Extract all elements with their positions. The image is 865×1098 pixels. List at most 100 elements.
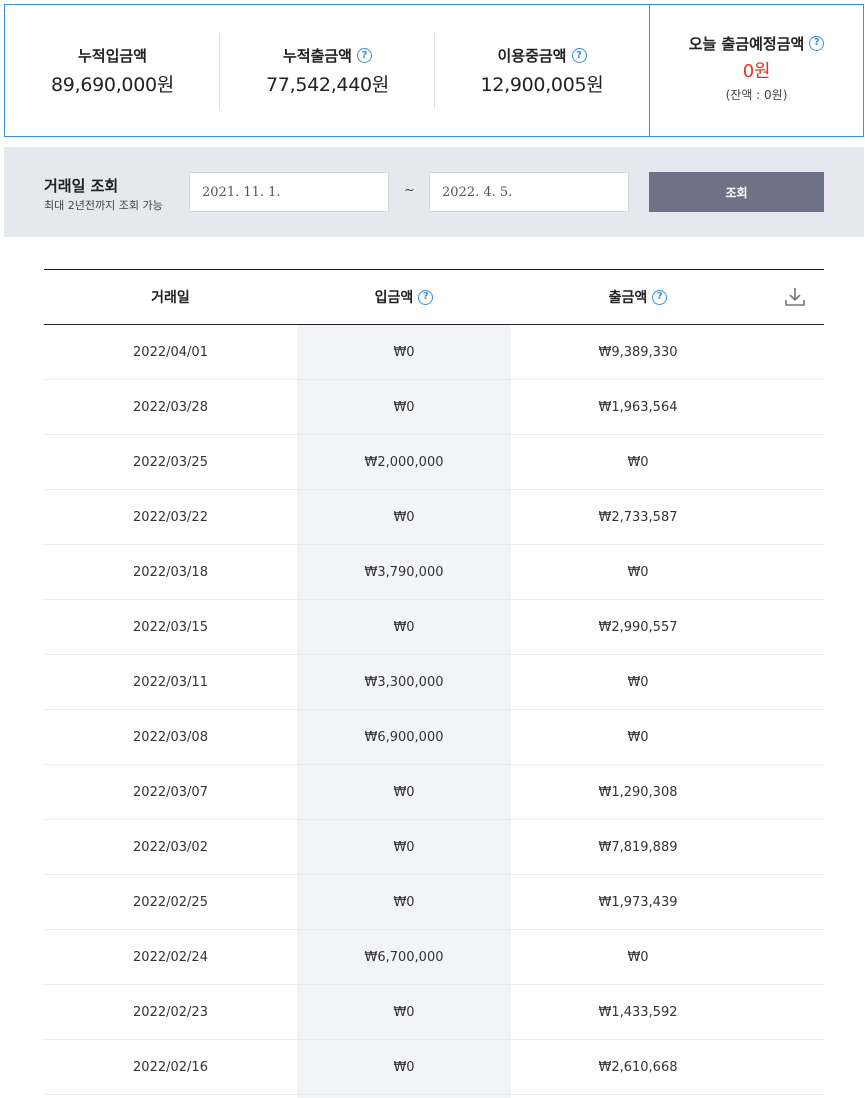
cell-spacer — [765, 435, 824, 489]
help-icon[interactable]: ? — [418, 289, 434, 305]
cell-date: 2022/03/22 — [133, 509, 208, 525]
cell-spacer — [765, 325, 824, 379]
cell-deposit: ₩6,900,000 — [364, 729, 444, 745]
cumulative-withdrawal-card: 누적출금액 ? 77,542,440원 — [220, 5, 435, 136]
cell-withdrawal: ₩0 — [627, 729, 649, 745]
cell-date: 2022/03/28 — [133, 399, 208, 415]
cell-spacer — [765, 765, 824, 819]
table-row: 2022/02/16 ₩0 ₩2,610,668 — [44, 1040, 824, 1095]
cell-deposit: ₩0 — [393, 344, 415, 360]
cell-date: 2022/02/24 — [133, 949, 208, 965]
table-row: 2022/03/18 ₩3,790,000 ₩0 — [44, 545, 824, 600]
download-icon[interactable] — [765, 270, 824, 324]
cell-date: 2022/03/25 — [133, 454, 208, 470]
cell-spacer — [765, 380, 824, 434]
cell-date: 2022/04/01 — [133, 344, 208, 360]
cell-date: 2022/03/07 — [133, 784, 208, 800]
cell-withdrawal: ₩0 — [627, 564, 649, 580]
cell-deposit: ₩0 — [393, 839, 415, 855]
cell-spacer — [765, 985, 824, 1039]
search-subtitle: 최대 2년전까지 조회 가능 — [44, 199, 163, 212]
header-withdrawal: 출금액 ? — [511, 270, 765, 324]
date-from-input[interactable]: 2021. 11. 1. — [189, 172, 389, 212]
cumulative-deposit-label: 누적입금액 — [77, 47, 147, 65]
cell-spacer — [765, 655, 824, 709]
in-use-amount-card: 이용중금액 ? 12,900,005원 — [435, 5, 649, 136]
cell-spacer — [765, 490, 824, 544]
cumulative-deposit-card: 누적입금액 89,690,000원 — [5, 5, 220, 136]
cell-withdrawal: ₩1,433,592 — [598, 1004, 678, 1020]
scheduled-withdrawal-value: 0원 — [742, 61, 771, 82]
cell-deposit: ₩3,790,000 — [364, 564, 444, 580]
table-header: 거래일 입금액 ? 출금액 ? — [44, 270, 824, 325]
cell-spacer — [765, 875, 824, 929]
cell-deposit: ₩6,700,000 — [364, 949, 444, 965]
cumulative-withdrawal-value: 77,542,440원 — [266, 73, 389, 96]
cell-date: 2022/03/11 — [133, 674, 208, 690]
table-row: 2022/03/15 ₩0 ₩2,990,557 — [44, 600, 824, 655]
in-use-amount-value: 12,900,005원 — [480, 73, 604, 96]
transactions-table: 거래일 입금액 ? 출금액 ? 2022/04/01 ₩0 ₩9,389,330 20… — [44, 269, 824, 1098]
cell-deposit: ₩2,000,000 — [364, 454, 444, 470]
cell-spacer — [765, 820, 824, 874]
date-range-separator: ~ — [404, 183, 415, 198]
table-row: 2022/03/22 ₩0 ₩2,733,587 — [44, 490, 824, 545]
table-row: 2022/03/11 ₩3,300,000 ₩0 — [44, 655, 824, 710]
cell-withdrawal: ₩0 — [627, 949, 649, 965]
remaining-balance-note: (잔액 : 0원) — [725, 88, 788, 102]
cell-date: 2022/03/02 — [133, 839, 208, 855]
help-icon[interactable]: ? — [571, 48, 587, 63]
cell-withdrawal: ₩7,819,889 — [598, 839, 678, 855]
cell-spacer — [765, 600, 824, 654]
scheduled-withdrawal-card: 오늘 출금예정금액 ? 0원 (잔액 : 0원) — [649, 5, 863, 136]
table-body: 2022/04/01 ₩0 ₩9,389,330 2022/03/28 ₩0 ₩1,963… — [44, 325, 824, 1098]
cell-date: 2022/02/25 — [133, 894, 208, 910]
cell-spacer — [765, 710, 824, 764]
cell-withdrawal: ₩2,990,557 — [598, 619, 678, 635]
table-row: 2022/03/28 ₩0 ₩1,963,564 — [44, 380, 824, 435]
cell-withdrawal: ₩1,963,564 — [598, 399, 678, 415]
cell-deposit: ₩0 — [393, 619, 415, 635]
cell-date: 2022/02/23 — [133, 1004, 208, 1020]
header-deposit: 입금액 ? — [297, 270, 511, 324]
table-row: 2022/03/02 ₩0 ₩7,819,889 — [44, 820, 824, 875]
search-button[interactable]: 조회 — [649, 172, 824, 212]
cell-spacer — [765, 545, 824, 599]
cell-deposit: ₩0 — [393, 1059, 415, 1075]
cell-withdrawal: ₩1,290,308 — [598, 784, 678, 800]
table-row: 2022/04/01 ₩0 ₩9,389,330 — [44, 325, 824, 380]
table-row: 2022/03/25 ₩2,000,000 ₩0 — [44, 435, 824, 490]
in-use-amount-label: 이용중금액 ? — [497, 45, 587, 67]
cumulative-deposit-value: 89,690,000원 — [51, 73, 174, 96]
cell-deposit: ₩0 — [393, 509, 415, 525]
cell-deposit: ₩3,300,000 — [364, 674, 444, 690]
table-row: 2022/03/07 ₩0 ₩1,290,308 — [44, 765, 824, 820]
help-icon[interactable]: ? — [357, 48, 372, 63]
cell-withdrawal: ₩1,973,439 — [598, 894, 678, 910]
date-to-input[interactable]: 2022. 4. 5. — [429, 172, 629, 212]
header-date: 거래일 — [151, 290, 190, 306]
cell-withdrawal: ₩2,733,587 — [598, 509, 678, 525]
cell-date: 2022/03/08 — [133, 729, 208, 745]
cell-deposit: ₩0 — [393, 399, 415, 415]
table-row: 2022/02/25 ₩0 ₩1,973,439 — [44, 875, 824, 930]
cell-date: 2022/03/18 — [133, 564, 208, 580]
help-icon[interactable]: ? — [809, 35, 825, 51]
table-row: 2022/02/24 ₩6,700,000 ₩0 — [44, 930, 824, 985]
table-row: 2022/03/08 ₩6,900,000 ₩0 — [44, 710, 824, 765]
search-title: 거래일 조회 — [44, 177, 119, 195]
cell-deposit: ₩0 — [393, 1004, 415, 1020]
table-row: 2022/02/23 ₩0 ₩1,433,592 — [44, 985, 824, 1040]
cell-withdrawal: ₩0 — [627, 674, 649, 690]
cell-deposit: ₩0 — [393, 784, 415, 800]
cell-date: 2022/02/16 — [133, 1059, 208, 1075]
summary-panel: 누적입금액 89,690,000원 누적출금액 ? 77,542,440원 이용… — [4, 4, 864, 137]
date-search-panel: 거래일 조회 최대 2년전까지 조회 가능 2021. 11. 1. ~ 202… — [4, 147, 864, 237]
cell-withdrawal: ₩9,389,330 — [598, 344, 678, 360]
cumulative-withdrawal-label: 누적출금액 ? — [283, 45, 372, 67]
cell-withdrawal: ₩0 — [627, 454, 649, 470]
cell-spacer — [765, 1040, 824, 1094]
scheduled-withdrawal-label: 오늘 출금예정금액 ? — [689, 32, 825, 54]
help-icon[interactable]: ? — [652, 289, 668, 305]
cell-withdrawal: ₩2,610,668 — [598, 1059, 678, 1075]
